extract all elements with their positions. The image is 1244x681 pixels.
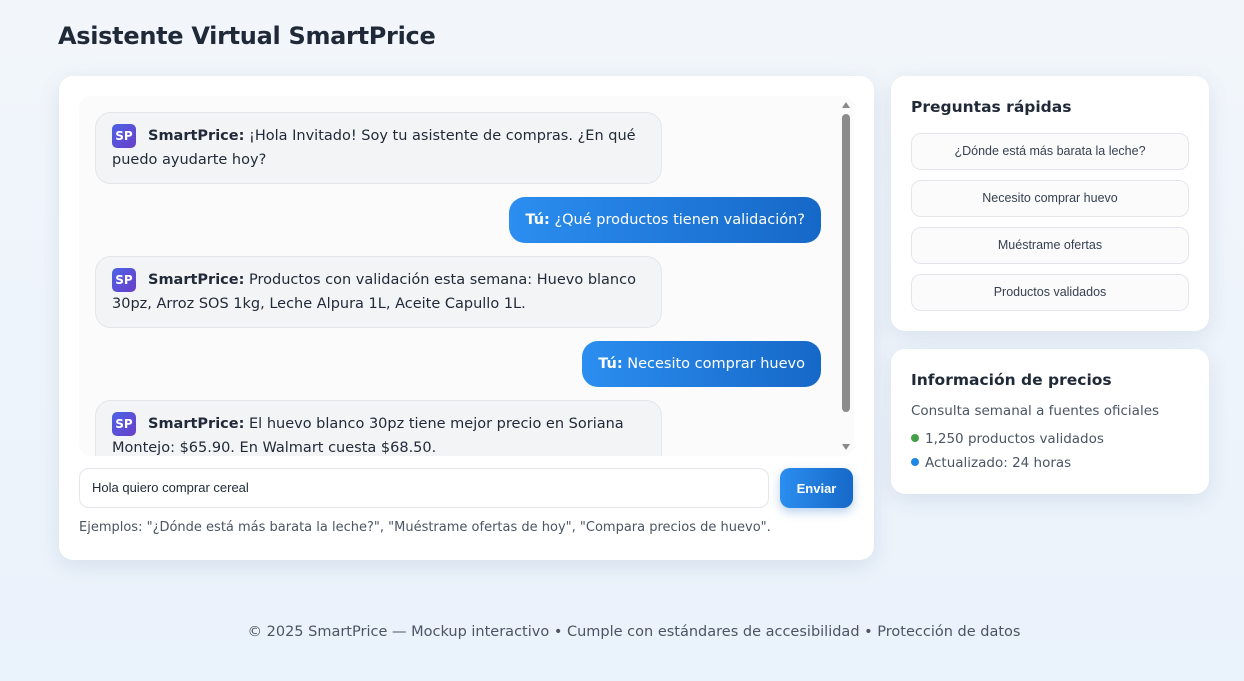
scroll-thumb[interactable]: [842, 114, 850, 412]
quick-question-button[interactable]: Productos validados: [911, 274, 1189, 311]
examples-hint: Ejemplos: "¿Dónde está más barata la lec…: [79, 520, 771, 535]
green-dot-icon: [911, 434, 919, 442]
quick-question-button[interactable]: Muéstrame ofertas: [911, 227, 1189, 264]
message-text: ¿Qué productos tienen validación?: [554, 212, 805, 228]
quick-question-button[interactable]: ¿Dónde está más barata la leche?: [911, 133, 1189, 170]
scroll-up-icon[interactable]: [842, 102, 850, 108]
smartprice-logo-icon: SP: [112, 412, 136, 436]
smartprice-logo-icon: SP: [112, 124, 136, 148]
chat-scrollbar[interactable]: [839, 96, 854, 456]
smartprice-logo-icon: SP: [112, 268, 136, 292]
quick-questions-title: Preguntas rápidas: [911, 98, 1072, 116]
price-info-title: Información de precios: [911, 371, 1112, 389]
quick-questions-panel: Preguntas rápidas ¿Dónde está más barata…: [891, 76, 1209, 331]
stat-item: 1,250 productos validados: [911, 431, 1104, 447]
bot-message: SP SmartPrice: Productos con validación e…: [95, 256, 662, 328]
stat-text: 1,250 productos validados: [925, 431, 1104, 447]
send-button[interactable]: Enviar: [780, 468, 853, 508]
bot-message: SP SmartPrice: ¡Hola Invitado! Soy tu asi…: [95, 112, 662, 184]
price-info-panel: Información de precios Consulta semanal …: [891, 349, 1209, 494]
user-message: Tú: ¿Qué productos tienen validación?: [509, 197, 821, 243]
blue-dot-icon: [911, 458, 919, 466]
message-sender: SmartPrice:: [148, 416, 245, 432]
stat-item: Actualizado: 24 horas: [911, 455, 1071, 471]
user-message: Tú: Necesito comprar huevo: [582, 341, 821, 387]
quick-question-button[interactable]: Necesito comprar huevo: [911, 180, 1189, 217]
message-input[interactable]: Hola quiero comprar cereal: [79, 468, 769, 508]
message-list: SP SmartPrice: ¡Hola Invitado! Soy tu asi…: [79, 96, 839, 456]
chat-window[interactable]: SP SmartPrice: ¡Hola Invitado! Soy tu asi…: [79, 96, 854, 456]
chat-panel: SP SmartPrice: ¡Hola Invitado! Soy tu asi…: [59, 76, 874, 560]
message-sender: Tú:: [598, 356, 623, 372]
message-sender: Tú:: [525, 212, 550, 228]
message-sender: SmartPrice:: [148, 128, 245, 144]
bot-message: SP SmartPrice: El huevo blanco 30pz tiene…: [95, 400, 662, 456]
page-title: Asistente Virtual SmartPrice: [58, 22, 436, 50]
price-info-subtitle: Consulta semanal a fuentes oficiales: [911, 403, 1160, 419]
page-footer: © 2025 SmartPrice — Mockup interactivo •…: [247, 624, 1021, 640]
message-text: Necesito comprar huevo: [627, 356, 805, 372]
message-sender: SmartPrice:: [148, 272, 245, 288]
scroll-down-icon[interactable]: [842, 444, 850, 450]
stat-text: Actualizado: 24 horas: [925, 455, 1072, 471]
